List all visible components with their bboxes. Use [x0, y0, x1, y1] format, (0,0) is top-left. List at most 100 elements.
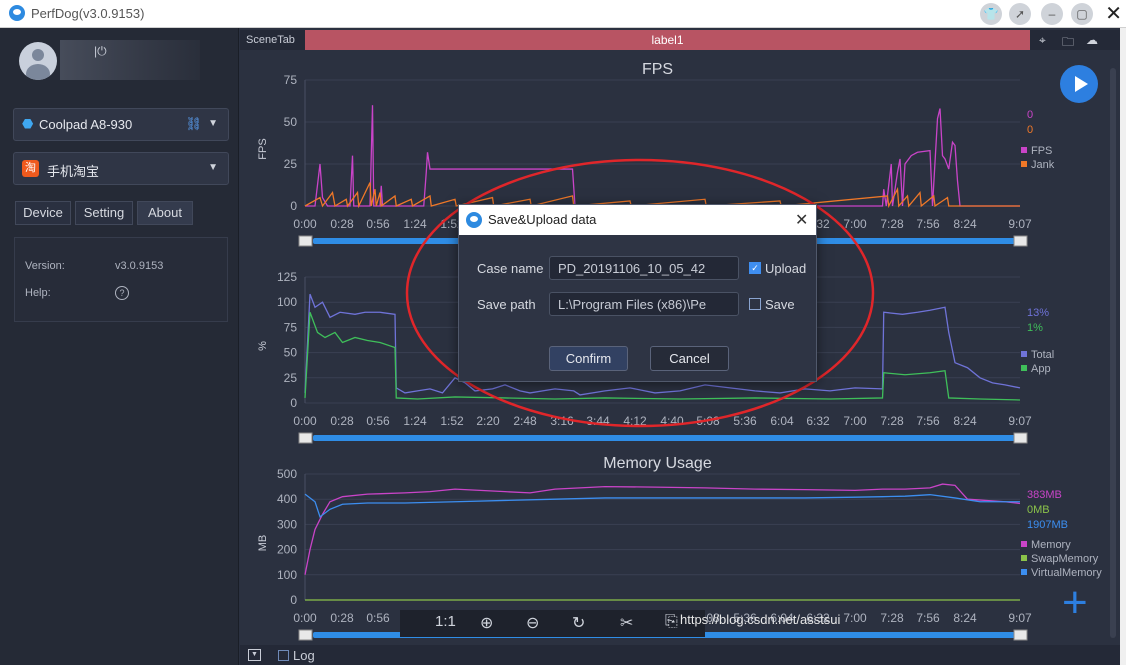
y-tick-label: 125: [277, 270, 297, 284]
device-select[interactable]: ⬣ Coolpad A8-930 ⛓ ▼: [13, 108, 229, 141]
x-tick-label: 3:44: [586, 414, 610, 428]
legend-swatch: [1021, 541, 1027, 547]
y-axis-label: %: [257, 341, 269, 351]
x-tick-label: 6:04: [770, 414, 794, 428]
x-tick-label: 5:08: [696, 414, 720, 428]
x-tick-label: 7:00: [843, 414, 867, 428]
zoom-reset-button[interactable]: 1:1: [435, 613, 456, 630]
app-name: 手机淘宝: [47, 164, 100, 179]
minimize-button[interactable]: –: [1041, 3, 1063, 25]
window-title: PerfDog(v3.0.9153): [31, 6, 145, 21]
save-icon[interactable]: ⎘: [665, 613, 678, 631]
y-tick-label: 75: [284, 320, 298, 334]
version-value: v3.0.9153: [115, 260, 164, 272]
x-tick-label: 0:28: [330, 611, 354, 625]
collapse-icon[interactable]: ▼: [248, 649, 261, 661]
legend-entry-fps: FPS: [1031, 145, 1052, 157]
y-axis-label: FPS: [257, 138, 269, 159]
current-value-swapmemory: 0MB: [1027, 504, 1050, 516]
device-name: Coolpad A8-930: [39, 117, 133, 132]
tab-about[interactable]: About: [137, 201, 193, 225]
x-tick-label: 8:24: [953, 414, 977, 428]
current-value-app: 1%: [1027, 322, 1043, 334]
x-tick-label: 0:00: [293, 217, 317, 231]
y-tick-label: 50: [284, 346, 298, 360]
cancel-button[interactable]: Cancel: [650, 346, 729, 371]
zoom-out-icon[interactable]: ⊖: [526, 613, 539, 633]
x-tick-label: 0:00: [293, 611, 317, 625]
slider-handle-right: [1013, 432, 1028, 444]
maximize-button[interactable]: ▢: [1071, 3, 1093, 25]
series-line-fps: [305, 105, 1020, 207]
refresh-icon[interactable]: ↻: [572, 613, 585, 633]
avatar[interactable]: [19, 42, 57, 80]
version-label: Version:: [25, 260, 65, 272]
pin-icon[interactable]: ➚: [1009, 3, 1031, 25]
tab-device[interactable]: Device: [15, 201, 71, 225]
power-icon[interactable]: |⏻: [94, 44, 107, 59]
current-value-fps: 0: [1027, 109, 1033, 121]
x-tick-label: 9:07: [1008, 611, 1032, 625]
x-tick-label: 7:00: [843, 217, 867, 231]
perfdog-logo-icon: [9, 5, 25, 21]
chart-title: Memory Usage: [603, 455, 712, 472]
shirt-icon[interactable]: 👕: [980, 3, 1002, 25]
x-tick-label: 7:56: [916, 611, 940, 625]
close-icon[interactable]: ✕: [795, 210, 808, 230]
app-select[interactable]: 淘 手机淘宝 ▼: [13, 152, 229, 185]
legend-swatch: [1021, 351, 1027, 357]
upload-label: Upload: [765, 261, 807, 276]
help-icon[interactable]: ?: [115, 286, 129, 300]
tab-setting[interactable]: Setting: [75, 201, 133, 225]
x-tick-label: 1:24: [403, 414, 427, 428]
x-tick-label: 8:24: [953, 217, 977, 231]
play-icon[interactable]: [1060, 65, 1098, 103]
x-tick-label: 9:07: [1008, 414, 1032, 428]
zoom-toolbar: 1:1 ⊕ ⊖ ↻ ✂ ⎘: [400, 610, 705, 637]
save-checkbox[interactable]: [749, 298, 761, 310]
x-tick-label: 1:52: [440, 414, 464, 428]
x-tick-label: 0:28: [330, 414, 354, 428]
legend-swatch: [1021, 555, 1027, 561]
close-window-button[interactable]: ✕: [1105, 1, 1122, 26]
link-icon[interactable]: ⛓: [185, 116, 202, 132]
legend-swatch: [1021, 147, 1027, 153]
x-tick-label: 6:32: [806, 414, 830, 428]
x-tick-label: 4:40: [660, 414, 684, 428]
vertical-scrollbar[interactable]: [1110, 68, 1116, 638]
save-path-input[interactable]: L:\Program Files (x86)\Pe ···: [549, 292, 739, 316]
y-tick-label: 0: [290, 199, 297, 213]
x-tick-label: 2:48: [513, 414, 537, 428]
x-tick-label: 0:56: [366, 611, 390, 625]
y-tick-label: 500: [277, 467, 297, 481]
legend-swatch: [1021, 569, 1027, 575]
perfdog-logo-icon: [466, 212, 482, 228]
series-line-jank: [304, 182, 1020, 209]
upload-checkbox[interactable]: ✓: [749, 262, 761, 274]
x-tick-label: 3:16: [550, 414, 574, 428]
x-tick-label: 7:56: [916, 414, 940, 428]
zoom-in-icon[interactable]: ⊕: [480, 613, 493, 633]
y-tick-label: 75: [284, 73, 298, 87]
taobao-app-icon: 淘: [22, 160, 39, 177]
x-tick-label: 0:56: [366, 217, 390, 231]
sidebar: |⏻ ⬣ Coolpad A8-930 ⛓ ▼ 淘 手机淘宝 ▼ Device …: [0, 28, 239, 665]
y-tick-label: 200: [277, 543, 297, 557]
legend-swatch: [1021, 161, 1027, 167]
y-tick-label: 50: [284, 115, 298, 129]
bottom-bar: ▼ Log: [240, 645, 1126, 665]
add-chart-icon[interactable]: +: [1062, 581, 1088, 625]
x-tick-label: 0:00: [293, 414, 317, 428]
y-tick-label: 0: [290, 593, 297, 607]
confirm-button[interactable]: Confirm: [549, 346, 628, 371]
save-label: Save: [765, 297, 795, 312]
log-checkbox[interactable]: [278, 650, 289, 661]
x-tick-label: 7:00: [843, 611, 867, 625]
cut-icon[interactable]: ✂: [620, 613, 633, 633]
x-tick-label: 0:28: [330, 217, 354, 231]
case-name-input[interactable]: PD_20191106_10_05_42: [549, 256, 739, 280]
current-value-total: 13%: [1027, 307, 1049, 319]
help-label: Help:: [25, 287, 51, 299]
y-axis-label: MB: [257, 535, 269, 552]
x-tick-label: 7:28: [880, 217, 904, 231]
